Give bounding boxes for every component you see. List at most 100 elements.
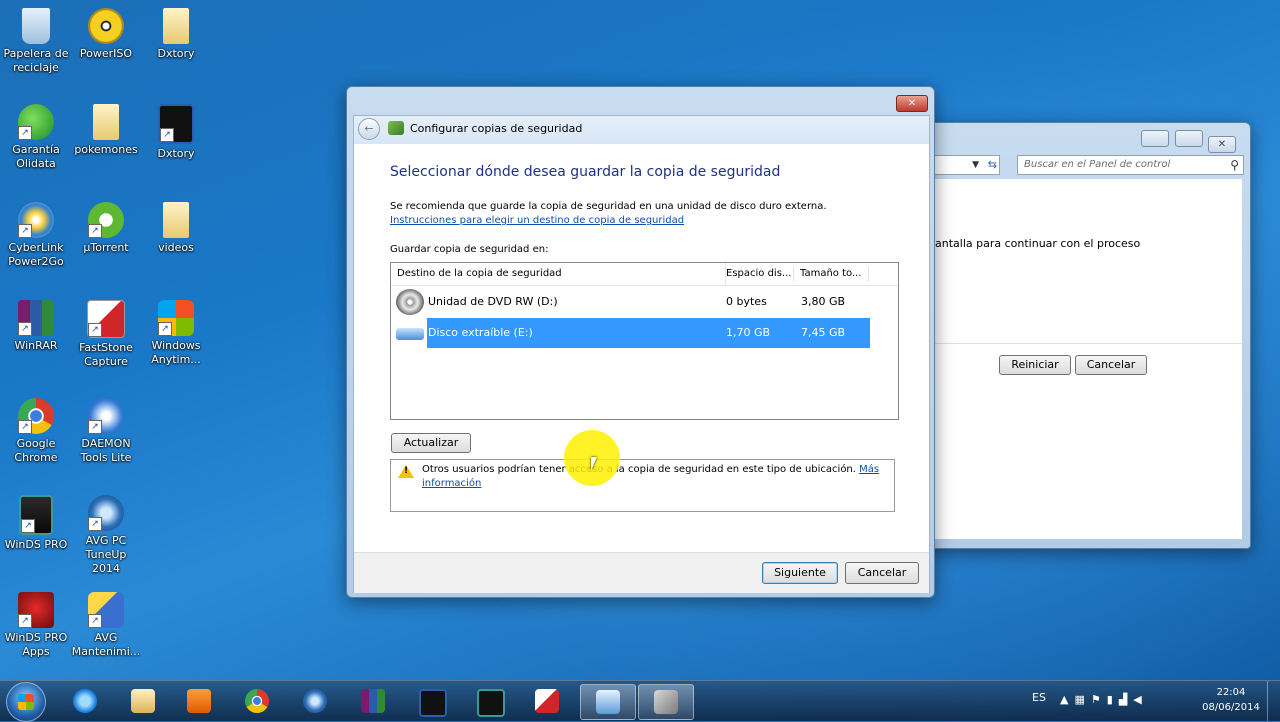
- list-item-removable[interactable]: Disco extraíble (E:) 1,70 GB 7,45 GB: [392, 318, 872, 348]
- folder-icon: [131, 689, 155, 713]
- desktop-icon-garantia[interactable]: ↗ Garantía Olidata: [1, 104, 71, 171]
- taskbar-backup[interactable]: [638, 684, 694, 720]
- desktop-icon-daemon[interactable]: ↗ DAEMON Tools Lite: [71, 398, 141, 465]
- warning-message: Otros usuarios podrían tener acceso a la…: [422, 463, 887, 491]
- taskbar-winrar[interactable]: [346, 684, 400, 718]
- minimize-button[interactable]: [1141, 130, 1169, 147]
- column-destination[interactable]: Destino de la copia de seguridad: [397, 263, 562, 285]
- folder-icon: [93, 104, 119, 140]
- refresh-button[interactable]: Actualizar: [391, 433, 471, 453]
- winds-apps-icon: ↗: [18, 592, 54, 628]
- taskbar-faststone[interactable]: [520, 684, 574, 718]
- address-bar[interactable]: ▼ ⇆: [935, 155, 1000, 175]
- recommendation-text: Se recomienda que guarde la copia de seg…: [390, 200, 890, 228]
- search-box[interactable]: Buscar en el Panel de control ⚲: [1017, 155, 1244, 175]
- desktop-icon-chrome[interactable]: ↗ Google Chrome: [1, 398, 71, 465]
- desktop-icon-faststone[interactable]: ↗ FastStone Capture: [71, 300, 141, 369]
- desktop-icon-utorrent[interactable]: ↗ µTorrent: [71, 202, 141, 255]
- desktop-icon-avg-maint[interactable]: ↗ AVG Mantenimi...: [71, 592, 141, 659]
- show-hidden-icons-icon[interactable]: ▲: [1060, 693, 1074, 706]
- taskbar-avg[interactable]: [288, 684, 342, 718]
- faststone-icon: [535, 689, 559, 713]
- page-heading: Seleccionar dónde desea guardar la copia…: [390, 164, 781, 180]
- volume-icon[interactable]: ◀: [1133, 693, 1147, 706]
- desktop-icon-avg-tuneup[interactable]: ↗ AVG PC TuneUp 2014: [71, 495, 141, 576]
- recommendation-label: Se recomienda que guarde la copia de seg…: [390, 201, 827, 212]
- taskbar-winds[interactable]: [462, 684, 516, 718]
- search-icon[interactable]: ⚲: [1230, 156, 1239, 174]
- taskbar-chrome[interactable]: [230, 684, 284, 718]
- taskbar-media-player[interactable]: [172, 684, 226, 718]
- clock-date: 08/06/2014: [1202, 702, 1260, 713]
- olidata-icon: ↗: [18, 104, 54, 140]
- desktop-icon-label: Garantía Olidata: [12, 143, 60, 170]
- winrar-icon: ↗: [18, 300, 54, 336]
- refresh-icon[interactable]: ⇆: [988, 156, 997, 174]
- clock[interactable]: 22:04 08/06/2014: [1196, 685, 1266, 715]
- next-button[interactable]: Siguiente: [762, 562, 838, 584]
- close-button[interactable]: ✕: [1208, 136, 1236, 153]
- desktop-icon-dxtory[interactable]: ↗ Dxtory: [141, 104, 211, 161]
- dxtory-icon: [419, 689, 447, 717]
- desktop-icon-winds-pro[interactable]: ↗ WinDS PRO: [1, 495, 71, 552]
- desktop-icon-dxtory-folder[interactable]: Dxtory: [141, 8, 211, 61]
- desktop-icon-pokemones[interactable]: pokemones: [71, 104, 141, 157]
- taskbar-control-panel[interactable]: [580, 684, 636, 720]
- avg-maint-icon: ↗: [88, 592, 124, 628]
- destination-name: Disco extraíble (E:): [428, 326, 533, 339]
- back-button[interactable]: ←: [358, 118, 380, 140]
- column-free-space[interactable]: Espacio dis...: [725, 263, 791, 285]
- cancel-button[interactable]: Cancelar: [845, 562, 919, 584]
- show-desktop-button[interactable]: [1267, 681, 1280, 721]
- chevron-down-icon[interactable]: ▼: [972, 156, 979, 174]
- desktop-icon-recycle-bin[interactable]: Papelera de reciclaje: [1, 8, 71, 75]
- utorrent-icon: ↗: [88, 202, 124, 238]
- save-in-label: Guardar copia de seguridad en:: [390, 244, 549, 255]
- desktop-icon-windows-anytime[interactable]: ↗ Windows Anytim...: [141, 300, 211, 367]
- usb-drive-icon: [396, 328, 424, 340]
- search-input[interactable]: Buscar en el Panel de control: [1024, 156, 1170, 174]
- battery-icon[interactable]: ▮: [1107, 693, 1119, 706]
- destination-name: Unidad de DVD RW (D:): [428, 295, 558, 308]
- list-item-dvd[interactable]: Unidad de DVD RW (D:) 0 bytes 3,80 GB: [392, 287, 872, 317]
- taskbar-dxtory[interactable]: [404, 684, 458, 718]
- desktop-icon-label: FastStone Capture: [79, 341, 133, 368]
- clock-time: 22:04: [1216, 687, 1246, 698]
- taskbar-file-explorer[interactable]: [116, 684, 170, 718]
- network-icon[interactable]: ▦: [1074, 693, 1090, 706]
- restart-button[interactable]: Reiniciar: [999, 355, 1071, 375]
- desktop-icon-power2go[interactable]: ↗ CyberLink Power2Go: [1, 202, 71, 269]
- desktop-icon-label: Google Chrome: [14, 437, 58, 464]
- maximize-button[interactable]: [1174, 130, 1203, 147]
- column-divider: [793, 266, 794, 282]
- recycle-bin-icon: [22, 8, 50, 44]
- close-button[interactable]: ✕: [896, 95, 928, 112]
- column-total-size[interactable]: Tamaño to...: [800, 263, 861, 285]
- folder-icon: [163, 8, 189, 44]
- winds-pro-icon: [477, 689, 505, 717]
- taskbar-internet-explorer[interactable]: [58, 684, 112, 718]
- desktop-icon-poweriso[interactable]: PowerISO: [71, 8, 141, 61]
- action-center-icon[interactable]: ⚑: [1091, 693, 1107, 706]
- daemon-tools-icon: ↗: [88, 398, 124, 434]
- desktop-icon-winds-apps[interactable]: ↗ WinDS PRO Apps: [1, 592, 71, 659]
- desktop-icon-label: WinRAR: [14, 339, 58, 352]
- folder-icon: [163, 202, 189, 238]
- desktop-icon-winrar[interactable]: ↗ WinRAR: [1, 300, 71, 353]
- backup-icon: [654, 690, 678, 714]
- desktop-icon-videos[interactable]: videos: [141, 202, 211, 255]
- desktop-icon-label: Dxtory: [157, 147, 195, 160]
- backup-icon: [388, 121, 404, 135]
- taskbar: ES ▲▦⚑▮▟◀ 22:04 08/06/2014: [0, 680, 1280, 722]
- destination-list[interactable]: Destino de la copia de seguridad Espacio…: [390, 262, 899, 420]
- list-header: Destino de la copia de seguridad Espacio…: [391, 263, 898, 286]
- desktop-icon-label: WinDS PRO: [4, 538, 68, 551]
- language-indicator[interactable]: ES: [1032, 691, 1046, 704]
- start-button[interactable]: [6, 682, 46, 722]
- cancel-button[interactable]: Cancelar: [1075, 355, 1147, 375]
- desktop-icon-label: DAEMON Tools Lite: [80, 437, 132, 464]
- desktop-icon-label: WinDS PRO Apps: [4, 631, 68, 658]
- window-controls: ✕: [1141, 130, 1236, 153]
- instructions-link[interactable]: Instrucciones para elegir un destino de …: [390, 215, 684, 226]
- signal-icon[interactable]: ▟: [1119, 693, 1133, 706]
